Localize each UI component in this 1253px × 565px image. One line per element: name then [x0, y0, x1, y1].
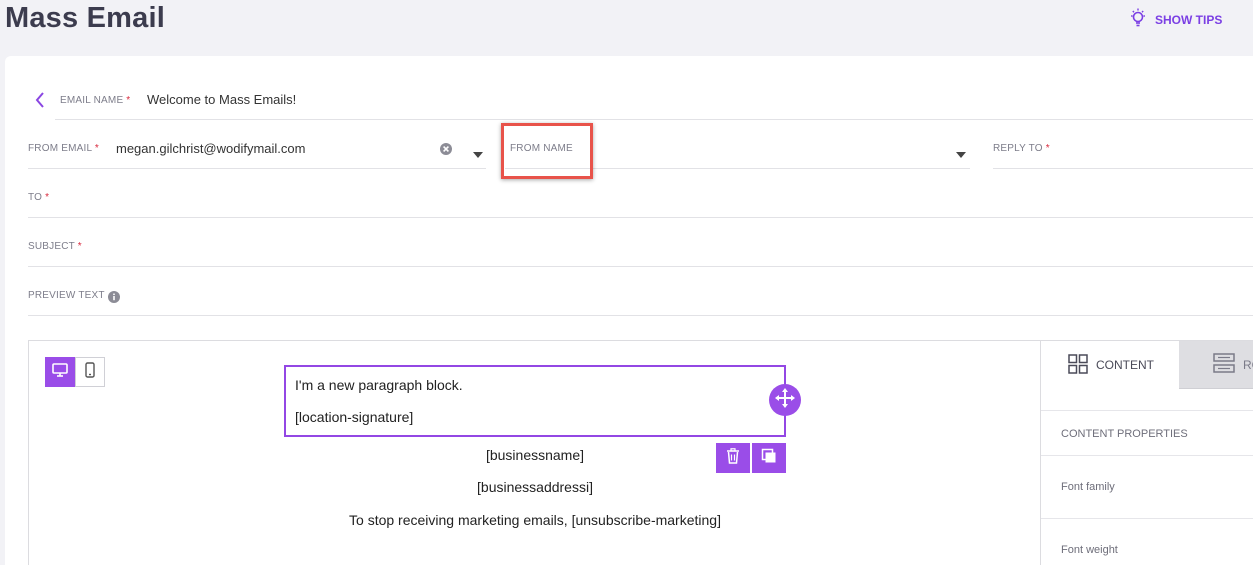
- properties-panel: CONTENT RO CONTENT PROPERTIES Font famil…: [1040, 341, 1253, 565]
- tab-rows[interactable]: RO: [1179, 341, 1253, 389]
- business-address-text: [businessaddressi]: [477, 479, 593, 495]
- paragraph-block[interactable]: I'm a new paragraph block. [location-sig…: [284, 365, 786, 437]
- to-label: TO: [28, 192, 43, 203]
- lightbulb-icon: [1130, 8, 1146, 31]
- to-field[interactable]: TO *: [28, 182, 1253, 218]
- move-block-button[interactable]: [769, 384, 801, 416]
- paragraph-line-1: I'm a new paragraph block.: [295, 377, 463, 393]
- tab-content-label: CONTENT: [1096, 358, 1154, 372]
- subject-field[interactable]: SUBJECT *: [28, 231, 1253, 267]
- preview-text-label: PREVIEW TEXT: [28, 290, 105, 301]
- from-name-highlight: [501, 123, 593, 179]
- panel-tabs: CONTENT RO: [1041, 341, 1253, 389]
- content-properties-header: CONTENT PROPERTIES: [1041, 410, 1253, 456]
- from-email-label: FROM EMAIL: [28, 143, 92, 154]
- clear-icon[interactable]: [440, 142, 452, 160]
- reply-to-field[interactable]: REPLY TO *: [993, 133, 1253, 169]
- required-mark: *: [126, 95, 131, 106]
- chevron-left-icon[interactable]: [35, 92, 45, 113]
- required-mark: *: [77, 241, 82, 252]
- tab-content[interactable]: CONTENT: [1041, 341, 1179, 389]
- grid-icon: [1068, 353, 1088, 377]
- content-properties-title: CONTENT PROPERTIES: [1061, 428, 1188, 440]
- from-email-field[interactable]: FROM EMAIL * megan.gilchrist@wodifymail.…: [28, 133, 486, 169]
- email-name-value: Welcome to Mass Emails!: [147, 92, 297, 107]
- font-family-property[interactable]: Font family: [1041, 456, 1253, 519]
- desktop-icon: [52, 362, 68, 382]
- font-weight-label: Font weight: [1061, 544, 1118, 556]
- mobile-view-button[interactable]: [75, 357, 105, 387]
- email-editor: I'm a new paragraph block. [location-sig…: [28, 340, 1253, 565]
- show-tips-button[interactable]: SHOW TIPS: [1130, 8, 1222, 31]
- required-mark: *: [1045, 143, 1050, 154]
- paragraph-line-2: [location-signature]: [295, 409, 414, 425]
- tab-rows-label: RO: [1243, 357, 1253, 372]
- email-form-card: EMAIL NAME * Welcome to Mass Emails! FRO…: [5, 56, 1253, 565]
- from-email-value: megan.gilchrist@wodifymail.com: [116, 141, 306, 156]
- required-mark: *: [94, 143, 99, 154]
- caret-down-icon[interactable]: [956, 145, 966, 163]
- move-icon: [775, 387, 795, 413]
- mobile-icon: [85, 361, 95, 383]
- show-tips-label: SHOW TIPS: [1155, 12, 1223, 27]
- caret-down-icon[interactable]: [473, 145, 483, 163]
- unsubscribe-text: To stop receiving marketing emails, [uns…: [349, 512, 721, 528]
- reply-to-label: REPLY TO: [993, 143, 1043, 154]
- device-toggle: [45, 357, 105, 387]
- preview-text-field[interactable]: PREVIEW TEXT: [28, 280, 1253, 316]
- font-weight-property[interactable]: Font weight: [1041, 519, 1253, 565]
- email-name-field[interactable]: EMAIL NAME * Welcome to Mass Emails!: [55, 83, 1253, 120]
- desktop-view-button[interactable]: [45, 357, 75, 387]
- required-mark: *: [45, 192, 50, 203]
- subject-label: SUBJECT: [28, 241, 75, 252]
- email-name-label: EMAIL NAME: [60, 95, 124, 106]
- rows-icon: [1213, 353, 1235, 376]
- page-title: Mass Email: [5, 2, 165, 34]
- info-icon[interactable]: [108, 290, 120, 308]
- font-family-label: Font family: [1061, 481, 1115, 493]
- business-name-text: [businessname]: [485, 447, 585, 463]
